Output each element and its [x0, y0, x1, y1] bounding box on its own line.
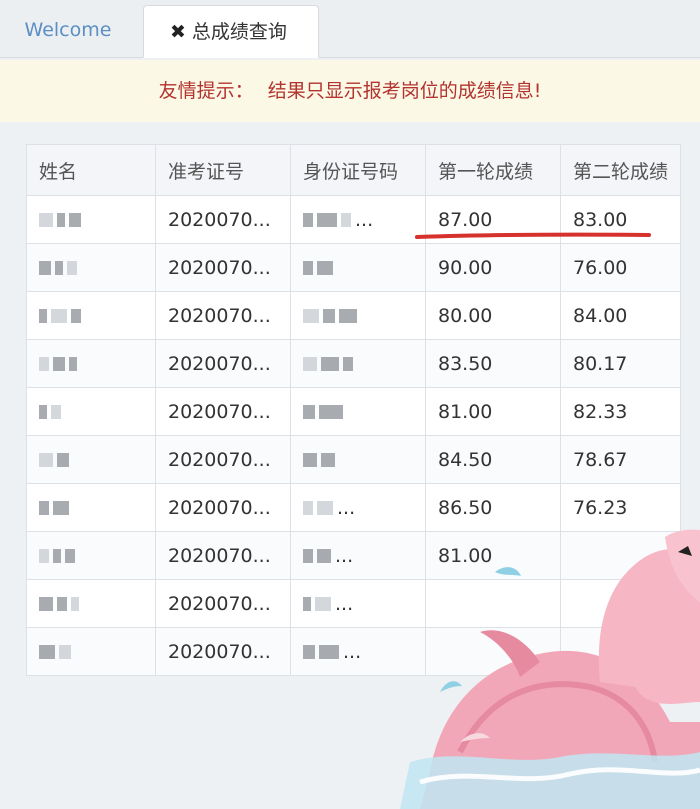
cell-name	[26, 627, 156, 676]
cell-id-no-text: ...	[355, 208, 374, 231]
cell-round2: 80.17	[560, 339, 681, 388]
table-row: 2020070... 80.00 84.00	[26, 291, 681, 340]
redacted-mask	[303, 261, 333, 275]
notice-banner: 友情提示： 结果只显示报考岗位的成绩信息!	[0, 60, 700, 123]
redacted-mask	[303, 549, 331, 563]
redacted-mask	[39, 309, 81, 323]
cell-name	[26, 483, 156, 532]
cell-id-no-text: ...	[343, 640, 362, 663]
header-id-no[interactable]: 身份证号码	[290, 144, 426, 196]
tab-welcome[interactable]: Welcome	[0, 4, 136, 57]
flamingo-sticker	[400, 529, 700, 809]
redacted-mask	[303, 405, 343, 419]
redacted-mask	[303, 357, 353, 371]
cell-id-no	[290, 435, 426, 484]
redacted-mask	[39, 501, 69, 515]
table-header-row: 姓名 准考证号 身份证号码 第一轮成绩 第二轮成绩	[26, 144, 681, 196]
cell-exam-no: 2020070...	[155, 435, 291, 484]
redacted-mask	[39, 453, 69, 467]
close-icon[interactable]: ✖	[170, 6, 186, 59]
header-name[interactable]: 姓名	[26, 144, 156, 196]
cell-round1: 80.00	[425, 291, 561, 340]
cell-name	[26, 387, 156, 436]
tab-score-query[interactable]: ✖ 总成绩查询	[143, 5, 319, 58]
tab-bar: Welcome ✖ 总成绩查询	[0, 0, 700, 58]
cell-id-no	[290, 291, 426, 340]
cell-round1: 81.00	[425, 387, 561, 436]
cell-exam-no: 2020070...	[155, 531, 291, 580]
cell-name	[26, 435, 156, 484]
cell-name	[26, 579, 156, 628]
header-exam-no[interactable]: 准考证号	[155, 144, 291, 196]
cell-exam-no: 2020070...	[155, 387, 291, 436]
cell-id-no-text: ...	[337, 496, 356, 519]
notice-prefix: 友情提示：	[158, 80, 254, 102]
cell-exam-no: 2020070...	[155, 243, 291, 292]
redacted-mask	[303, 309, 357, 323]
tab-score-query-label: 总成绩查询	[191, 21, 287, 43]
results-panel: 姓名 准考证号 身份证号码 第一轮成绩 第二轮成绩 2020070...... 8…	[0, 122, 700, 809]
cell-exam-no: 2020070...	[155, 291, 291, 340]
cell-id-no	[290, 339, 426, 388]
cell-name	[26, 195, 156, 244]
redacted-mask	[39, 405, 61, 419]
cell-round1: 90.00	[425, 243, 561, 292]
cell-id-no	[290, 387, 426, 436]
notice-text: 结果只显示报考岗位的成绩信息!	[267, 80, 542, 102]
cell-round2: 84.00	[560, 291, 681, 340]
cell-id-no-text: ...	[335, 592, 354, 615]
cell-round2: 76.00	[560, 243, 681, 292]
cell-exam-no: 2020070...	[155, 339, 291, 388]
redacted-mask	[39, 597, 79, 611]
cell-name	[26, 291, 156, 340]
redacted-mask	[39, 261, 77, 275]
redacted-mask	[303, 213, 351, 227]
cell-exam-no: 2020070...	[155, 579, 291, 628]
cell-name	[26, 531, 156, 580]
red-underline-annotation	[415, 232, 651, 239]
cell-exam-no: 2020070...	[155, 627, 291, 676]
redacted-mask	[39, 549, 75, 563]
cell-round1: 83.50	[425, 339, 561, 388]
cell-round2: 78.67	[560, 435, 681, 484]
redacted-mask	[39, 645, 71, 659]
table-row: 2020070... 81.00 82.33	[26, 387, 681, 436]
cell-exam-no: 2020070...	[155, 483, 291, 532]
table-row: 2020070... 90.00 76.00	[26, 243, 681, 292]
cell-id-no: ...	[290, 195, 426, 244]
cell-round2: 82.33	[560, 387, 681, 436]
cell-id-no-text: ...	[335, 544, 354, 567]
table-row: 2020070... 84.50 78.67	[26, 435, 681, 484]
cell-id-no	[290, 243, 426, 292]
redacted-mask	[303, 597, 331, 611]
cell-exam-no: 2020070...	[155, 195, 291, 244]
redacted-mask	[39, 213, 81, 227]
table-row: 2020070... 83.50 80.17	[26, 339, 681, 388]
cell-name	[26, 339, 156, 388]
header-round2[interactable]: 第二轮成绩	[560, 144, 681, 196]
header-round1[interactable]: 第一轮成绩	[425, 144, 561, 196]
cell-name	[26, 243, 156, 292]
redacted-mask	[303, 501, 333, 515]
redacted-mask	[303, 453, 335, 467]
redacted-mask	[303, 645, 339, 659]
cell-round1: 84.50	[425, 435, 561, 484]
redacted-mask	[39, 357, 77, 371]
